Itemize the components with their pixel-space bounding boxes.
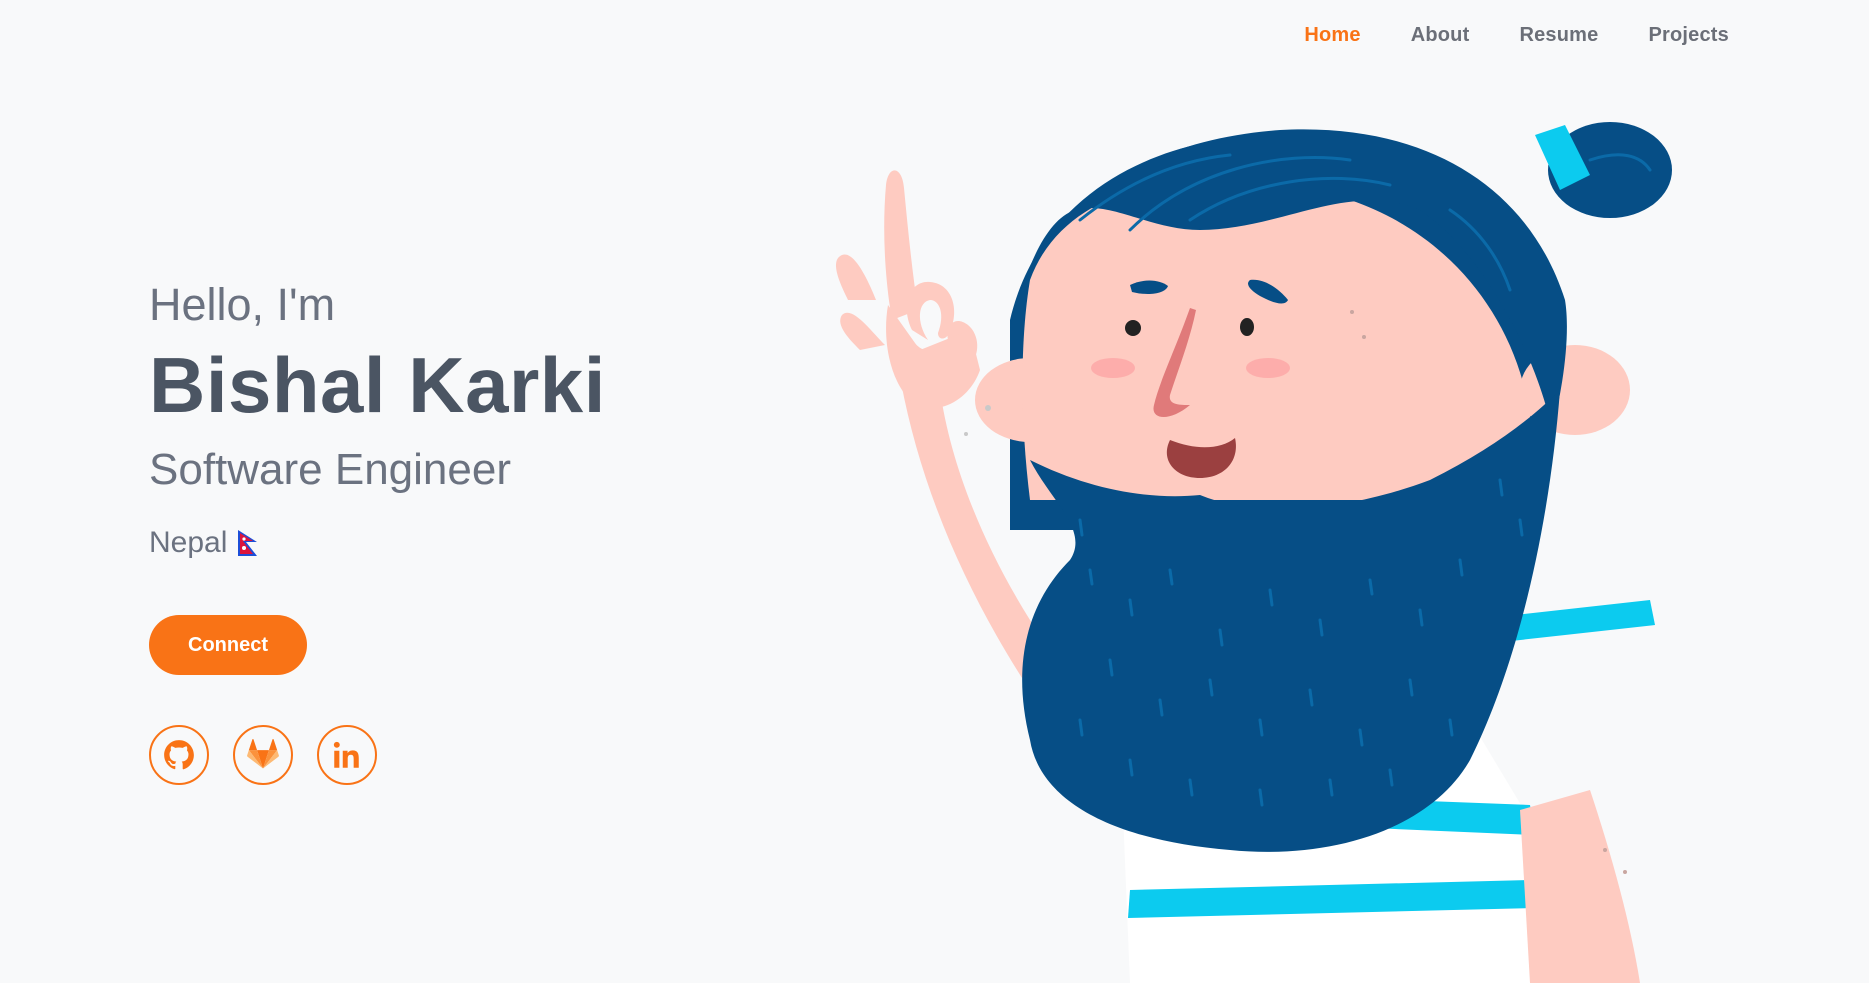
left-eye <box>1125 320 1141 336</box>
github-link[interactable] <box>149 725 209 785</box>
right-cheek <box>1246 358 1290 378</box>
connect-button[interactable]: Connect <box>149 615 307 675</box>
freckle <box>1350 310 1354 314</box>
linkedin-link[interactable] <box>317 725 377 785</box>
portfolio-page: Home About Resume Projects Hello, I'm Bi… <box>0 0 1869 983</box>
linkedin-icon <box>333 741 359 768</box>
nav-resume-link[interactable]: Resume <box>1519 24 1598 47</box>
right-eye <box>1240 318 1254 336</box>
nav-about-link[interactable]: About <box>1411 24 1470 47</box>
freckle <box>964 432 968 436</box>
social-links <box>149 725 606 785</box>
nepal-flag-icon <box>238 530 258 556</box>
hero-section: Hello, I'm Bishal Karki Software Enginee… <box>149 275 606 785</box>
bearded-man-illustration <box>835 122 1672 983</box>
freckle <box>1362 335 1366 339</box>
hero-name: Bishal Karki <box>149 341 606 429</box>
hero-role: Software Engineer <box>149 445 511 494</box>
hero-location: Nepal <box>149 523 606 563</box>
github-icon <box>164 740 194 770</box>
shoulder-skin <box>1520 790 1640 983</box>
top-nav: Home About Resume Projects <box>1304 24 1729 47</box>
nav-projects-link[interactable]: Projects <box>1648 24 1729 47</box>
nav-home-link[interactable]: Home <box>1304 24 1360 47</box>
gitlab-icon <box>247 738 279 769</box>
gitlab-link[interactable] <box>233 725 293 785</box>
freckle <box>1623 870 1627 874</box>
hero-greeting: Hello, I'm <box>149 279 336 330</box>
freckle <box>1603 848 1607 852</box>
freckle <box>985 405 991 411</box>
left-cheek <box>1091 358 1135 378</box>
location-text: Nepal <box>149 526 228 559</box>
